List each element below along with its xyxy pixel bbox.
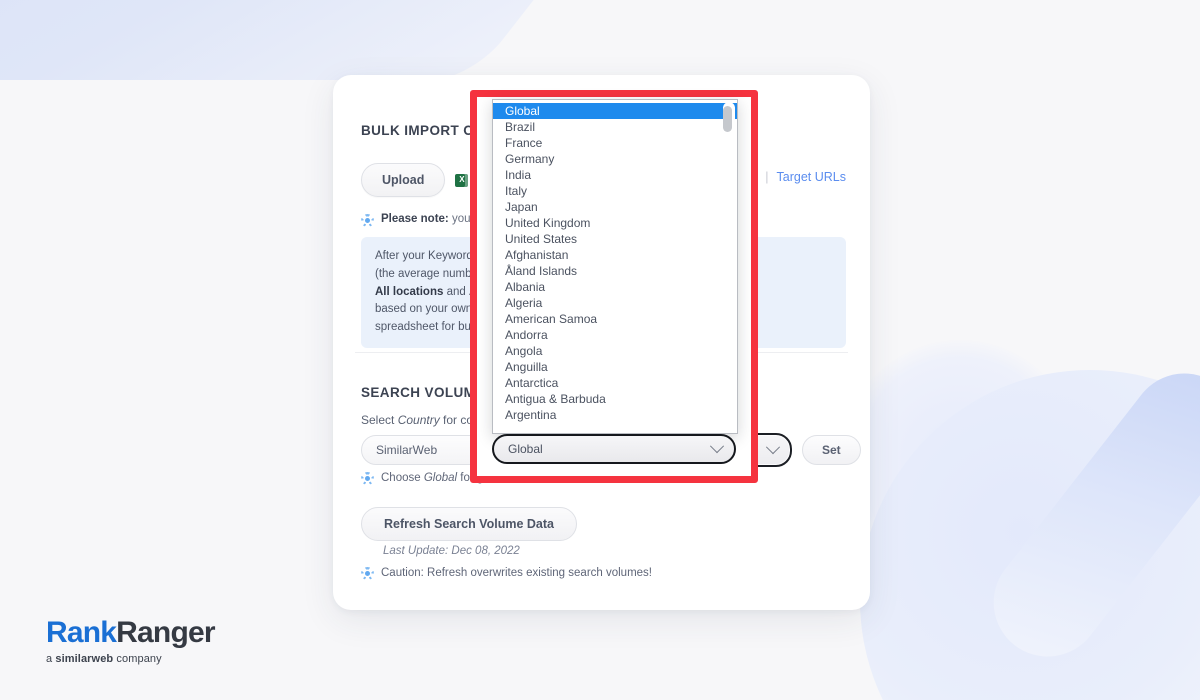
dropdown-option[interactable]: Japan: [493, 199, 737, 215]
target-urls-link[interactable]: Target URLs: [777, 170, 846, 184]
dropdown-option[interactable]: Afghanistan: [493, 247, 737, 263]
subtitle-a: Select: [361, 413, 398, 427]
dropdown-option[interactable]: United Kingdom: [493, 215, 737, 231]
source-select-value: SimilarWeb: [376, 443, 438, 457]
tagline-suffix: company: [113, 653, 162, 665]
chevron-down-icon: [709, 439, 725, 454]
search-volume-heading: SEARCH VOLUME: [361, 385, 485, 400]
refresh-search-volume-button[interactable]: Refresh Search Volume Data: [361, 507, 577, 541]
subtitle-country: Country: [397, 413, 440, 427]
country-select-value: Global: [508, 442, 543, 456]
chevron-down-icon: [765, 440, 781, 455]
upload-button[interactable]: Upload: [361, 163, 446, 197]
rankranger-logo: RankRanger a similarweb company: [46, 616, 216, 666]
lightbulb-icon: [361, 472, 374, 485]
country-select[interactable]: Global: [492, 434, 736, 464]
dropdown-option[interactable]: Angola: [493, 343, 737, 359]
dropdown-option[interactable]: American Samoa: [493, 311, 737, 327]
dropdown-option[interactable]: Algeria: [493, 295, 737, 311]
info-line3-b: and: [443, 285, 469, 298]
background-wedge-shape: [0, 0, 729, 80]
dropdown-option[interactable]: Antigua & Barbuda: [493, 391, 737, 407]
dropdown-option[interactable]: Argentina: [493, 407, 737, 423]
hint-a: Choose: [381, 472, 424, 484]
dropdown-option[interactable]: United States: [493, 231, 737, 247]
dropdown-option[interactable]: Antarctica: [493, 375, 737, 391]
info-line3-a: All locations: [375, 285, 444, 298]
toolbar-separator: |: [765, 170, 769, 184]
dropdown-option[interactable]: Anguilla: [493, 359, 737, 375]
logo-rank-text: Rank: [46, 616, 117, 649]
dropdown-option[interactable]: Brazil: [493, 119, 737, 135]
dropdown-option[interactable]: France: [493, 135, 737, 151]
dropdown-option[interactable]: Åland Islands: [493, 263, 737, 279]
tagline-similarweb: similarweb: [55, 653, 114, 665]
dropdown-option[interactable]: Italy: [493, 183, 737, 199]
tagline-prefix: a: [46, 653, 56, 665]
dropdown-scrollbar-track[interactable]: [723, 102, 735, 431]
dropdown-option[interactable]: Albania: [493, 279, 737, 295]
country-option-list: Global Brazil France Germany India Italy Japan…: [493, 100, 737, 433]
caution-text: Caution: Refresh overwrites existing sea…: [381, 567, 653, 579]
logo-tagline: a similarweb company: [46, 653, 215, 665]
dropdown-option[interactable]: Andorra: [493, 327, 737, 343]
excel-file-icon: X: [455, 173, 469, 187]
dropdown-option[interactable]: Global: [493, 103, 737, 119]
dropdown-option[interactable]: India: [493, 167, 737, 183]
country-dropdown-list[interactable]: Global Brazil France Germany India Italy Japan…: [492, 99, 738, 434]
last-update-label: Last Update: Dec 08, 2022: [383, 545, 520, 557]
caution-hint: Caution: Refresh overwrites existing sea…: [361, 566, 652, 580]
dropdown-scrollbar-thumb[interactable]: [723, 106, 732, 132]
lightbulb-icon: [361, 214, 374, 227]
please-note-label: Please note:: [381, 213, 449, 225]
set-button[interactable]: Set: [802, 435, 861, 465]
lightbulb-icon: [361, 567, 374, 580]
hint-global: Global: [423, 472, 458, 484]
dropdown-option[interactable]: Germany: [493, 151, 737, 167]
logo-ranger-text: Ranger: [116, 616, 215, 649]
